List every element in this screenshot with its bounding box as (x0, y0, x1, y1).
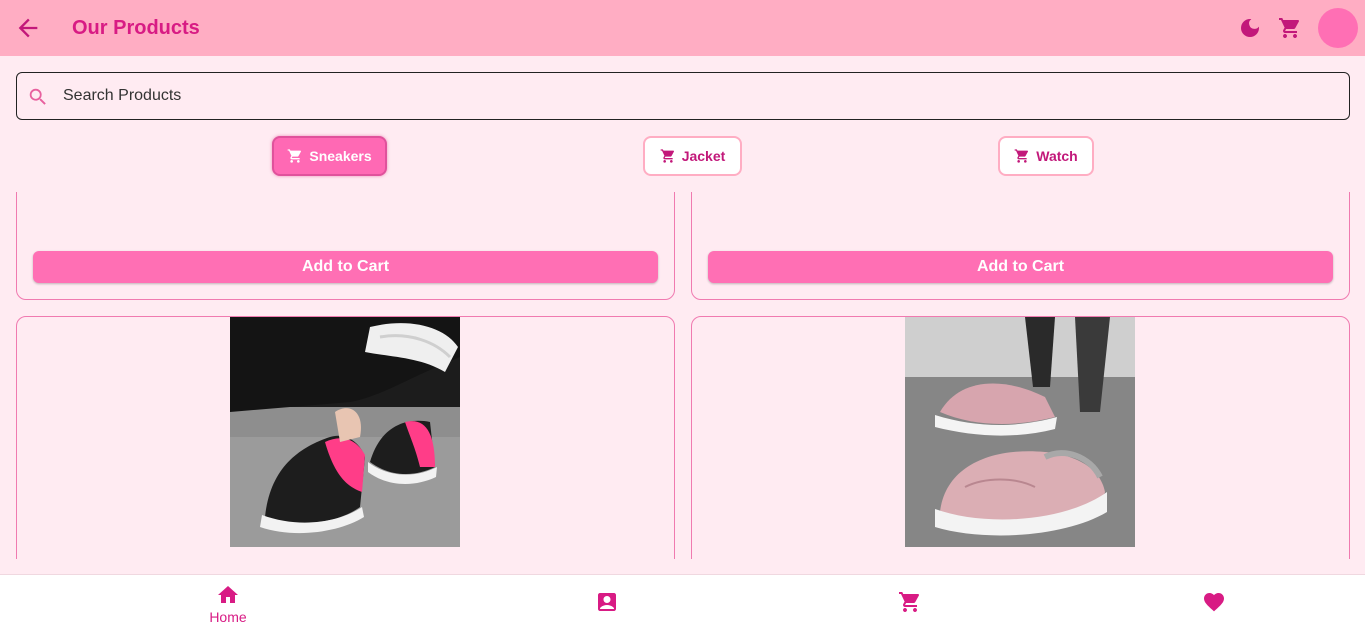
category-chip-sneakers[interactable]: Sneakers (272, 136, 387, 176)
bottom-navigation: Home (0, 574, 1365, 632)
add-to-cart-button[interactable]: Add to Cart (33, 251, 658, 283)
app-bar: Our Products (0, 0, 1365, 56)
chip-label: Sneakers (309, 148, 372, 164)
category-chip-watch[interactable]: Watch (998, 136, 1094, 176)
cart-icon (288, 149, 302, 163)
page-title: Our Products (72, 17, 200, 39)
cart-icon (1014, 149, 1029, 163)
home-icon (218, 586, 238, 603)
theme-toggle-button[interactable] (1238, 16, 1262, 40)
product-card: Add to Cart (691, 192, 1350, 300)
cart-icon (899, 592, 920, 612)
contact-icon (598, 593, 616, 611)
moon-icon (1241, 19, 1259, 37)
product-image-sneaker-pink-grey (905, 317, 1135, 547)
product-card: Add to Cart (16, 192, 675, 300)
cart-icon (1279, 18, 1300, 38)
product-card[interactable] (691, 316, 1350, 559)
avatar[interactable] (1318, 8, 1358, 48)
cart-icon (660, 149, 674, 163)
back-arrow-icon (18, 18, 38, 38)
nav-item-favorites[interactable] (1184, 575, 1244, 632)
product-image-sneaker-black-pink (230, 317, 460, 547)
nav-item-cart[interactable] (880, 575, 940, 632)
product-card[interactable] (16, 316, 675, 559)
add-to-cart-button[interactable]: Add to Cart (708, 251, 1333, 283)
chip-label: Watch (1036, 148, 1078, 164)
search-bar (16, 72, 1350, 120)
cart-button[interactable] (1278, 16, 1302, 40)
product-grid[interactable]: Add to Cart Add to Cart (0, 192, 1365, 559)
nav-item-contact[interactable] (577, 575, 637, 632)
chip-label: Jacket (681, 148, 726, 164)
search-input[interactable] (61, 73, 1325, 119)
category-chip-jacket[interactable]: Jacket (643, 136, 742, 176)
nav-item-home[interactable]: Home (198, 575, 258, 632)
search-icon (29, 88, 46, 105)
nav-label-home: Home (209, 609, 247, 625)
back-button[interactable] (14, 14, 42, 42)
heart-icon (1204, 593, 1224, 612)
